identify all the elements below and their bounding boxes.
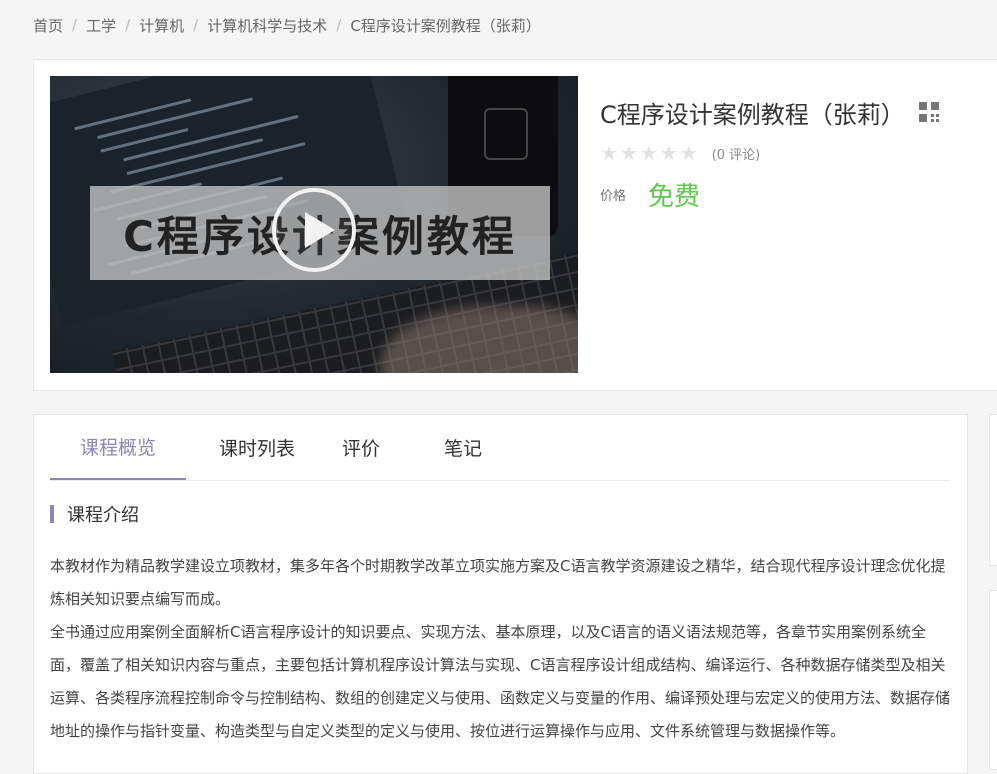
breadcrumb-separator: /	[125, 16, 131, 34]
course-content-panel: 课程概览 课时列表 评价 笔记 课程介绍 本教材作为精品教学建设立项教材，集多年…	[33, 414, 968, 774]
play-icon[interactable]	[272, 188, 356, 272]
breadcrumb-home[interactable]: 首页	[33, 15, 63, 36]
heading-accent-bar	[50, 505, 54, 523]
breadcrumb-separator: /	[193, 16, 199, 34]
star-icon: ★	[679, 141, 698, 165]
review-count[interactable]: (0 评论)	[712, 144, 761, 163]
side-panel	[989, 590, 997, 770]
breadcrumb-separator: /	[336, 16, 342, 34]
price-row: 价格 免费	[600, 176, 997, 213]
course-info: C程序设计案例教程（张莉） ★ ★ ★ ★ ★ (0 评论) 价格 免费	[600, 90, 997, 213]
breadcrumb-cs[interactable]: 计算机科学与技术	[207, 15, 327, 36]
star-icon: ★	[600, 141, 618, 165]
section-heading: 课程介绍	[50, 503, 139, 526]
breadcrumb-computer[interactable]: 计算机	[139, 15, 184, 36]
course-intro: 本教材作为精品教学建设立项教材，集多年各个时期教学改革立项实施方案及C语言教学资…	[50, 550, 950, 748]
intro-paragraph: 本教材作为精品教学建设立项教材，集多年各个时期教学改革立项实施方案及C语言教学资…	[50, 557, 946, 608]
course-title-row: C程序设计案例教程（张莉）	[600, 90, 997, 134]
qr-code-icon[interactable]	[918, 102, 939, 122]
course-card: C程序设计案例教程 C程序设计案例教程（张莉） ★ ★ ★ ★ ★ (0 评论)…	[33, 59, 997, 391]
rating-row: ★ ★ ★ ★ ★ (0 评论)	[600, 142, 997, 164]
tab-notes[interactable]: 笔记	[394, 415, 532, 480]
video-thumbnail[interactable]: C程序设计案例教程	[50, 76, 578, 373]
intro-paragraph: 全书通过应用案例全面解析C语言程序设计的知识要点、实现方法、基本原理，以及C语言…	[50, 623, 951, 740]
breadcrumb-engineering[interactable]: 工学	[86, 15, 116, 36]
price-label: 价格	[600, 189, 627, 204]
breadcrumb: 首页 / 工学 / 计算机 / 计算机科学与技术 / C程序设计案例教程（张莉）	[33, 14, 541, 36]
tab-reviews[interactable]: 评价	[328, 415, 394, 480]
star-icon: ★	[619, 141, 638, 165]
rating-stars: ★ ★ ★ ★ ★	[600, 143, 700, 163]
star-icon: ★	[639, 141, 658, 165]
course-title: C程序设计案例教程（张莉）	[600, 100, 905, 129]
side-panel	[989, 414, 997, 566]
star-icon: ★	[659, 141, 678, 165]
tab-overview[interactable]: 课程概览	[50, 415, 186, 480]
breadcrumb-current[interactable]: C程序设计案例教程（张莉）	[350, 15, 540, 36]
section-heading-text: 课程介绍	[67, 505, 139, 526]
course-tabs: 课程概览 课时列表 评价 笔记	[50, 415, 950, 481]
breadcrumb-separator: /	[72, 16, 78, 34]
price-value: 免费	[648, 182, 701, 212]
tab-lessons[interactable]: 课时列表	[186, 415, 328, 480]
